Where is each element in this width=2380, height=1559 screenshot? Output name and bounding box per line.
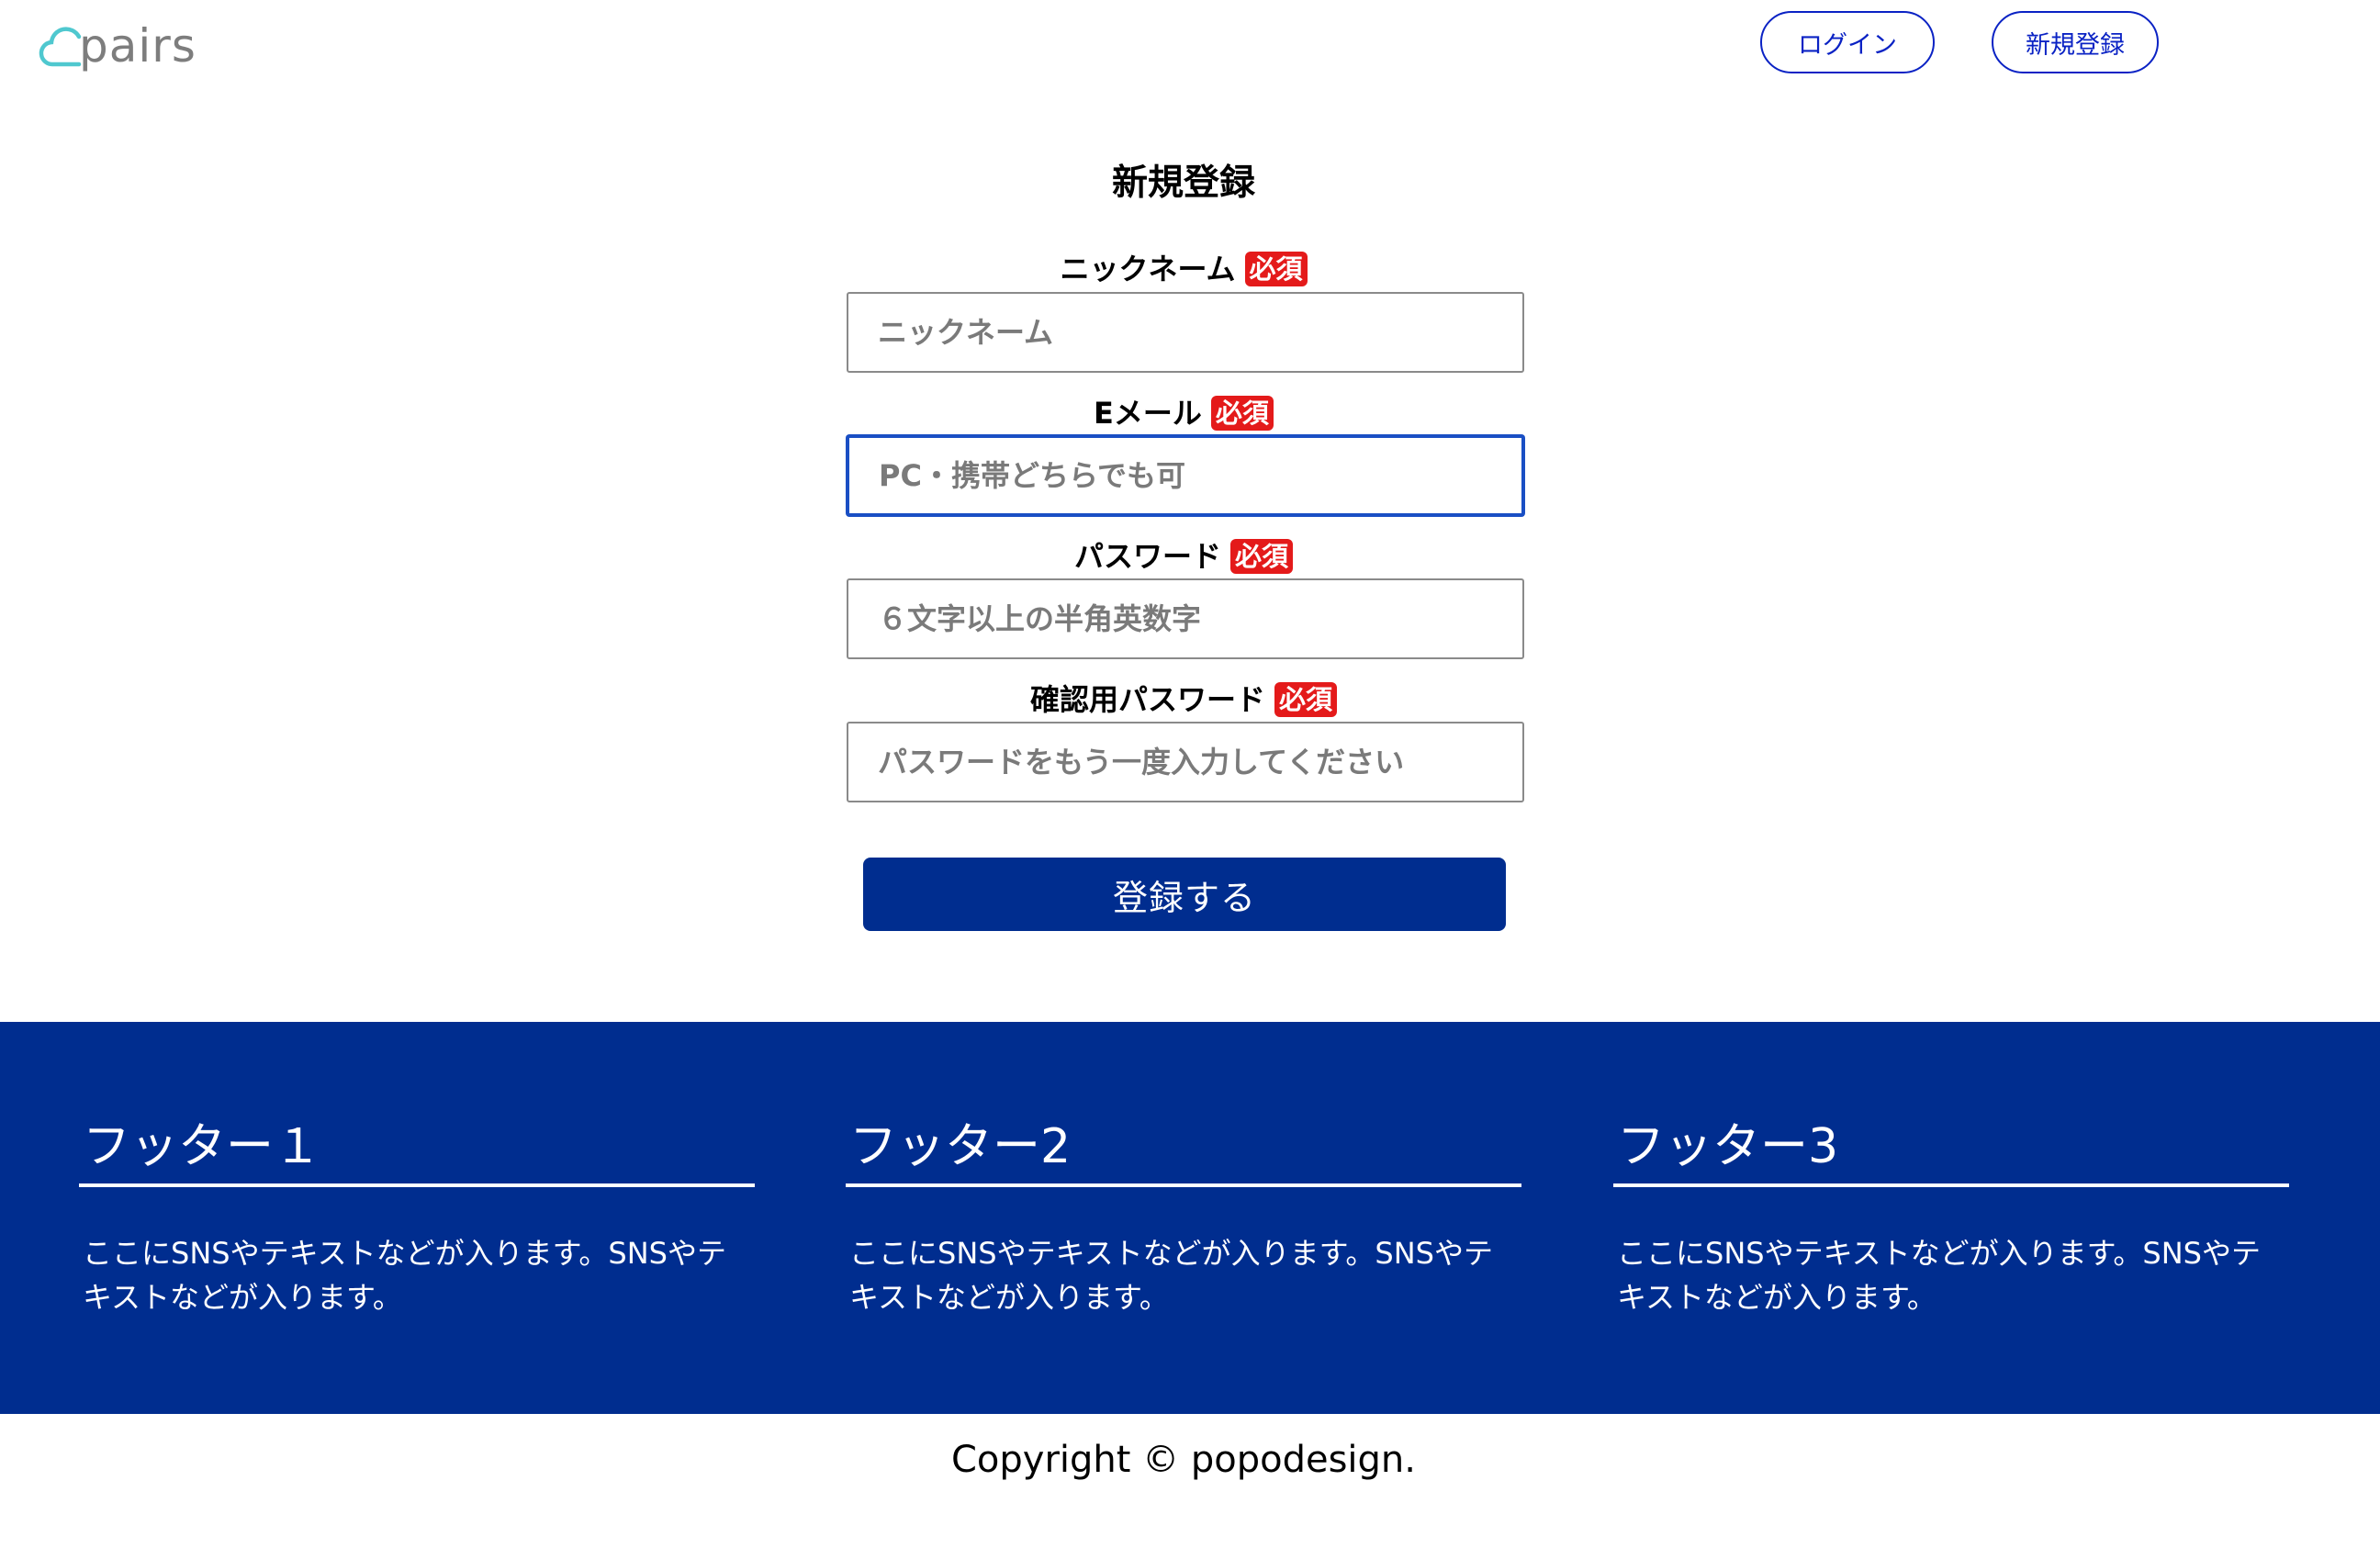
login-button[interactable]: ログイン — [1760, 11, 1935, 73]
required-badge: 必須 — [1274, 682, 1338, 717]
footer-column: フッター3 ここにSNSやテキストなどが入ります。SNSやテキストなどが入ります… — [1613, 1114, 2289, 1319]
site-footer: フッター１ ここにSNSやテキストなどが入ります。SNSやテキストなどが入ります… — [0, 1022, 2380, 1414]
footer-heading: フッター2 — [846, 1114, 1521, 1187]
register-submit-button[interactable]: 登録する — [863, 858, 1506, 931]
footer-column: フッター１ ここにSNSやテキストなどが入ります。SNSやテキストなどが入ります… — [79, 1114, 755, 1319]
pairs-logo[interactable]: pairs — [39, 17, 196, 75]
footer-column: フッター2 ここにSNSやテキストなどが入ります。SNSやテキストなどが入ります… — [846, 1114, 1521, 1319]
required-badge: 必須 — [1244, 252, 1308, 286]
signup-nav-button[interactable]: 新規登録 — [1992, 11, 2159, 73]
footer-heading: フッター１ — [79, 1114, 755, 1187]
page-title: 新規登録 — [1111, 163, 1255, 204]
logo-text: pairs — [79, 19, 196, 73]
confirm-password-input[interactable] — [847, 722, 1524, 802]
confirm-password-label-text: 確認用パスワード — [1029, 682, 1265, 717]
password-input[interactable] — [847, 578, 1524, 659]
footer-text: ここにSNSやテキストなどが入ります。SNSやテキストなどが入ります。 — [849, 1236, 1493, 1315]
required-badge: 必須 — [1210, 396, 1274, 431]
email-label-text: Eメール — [1094, 396, 1202, 431]
nickname-label-text: ニックネーム — [1060, 252, 1236, 286]
copyright-text: Copyright © popodesign. — [950, 1439, 1416, 1481]
password-label: パスワード 必須 — [0, 538, 2367, 575]
required-badge: 必須 — [1230, 539, 1294, 574]
footer-heading: フッター3 — [1613, 1114, 2289, 1187]
password-label-text: パスワード — [1073, 539, 1221, 574]
nickname-input[interactable] — [847, 292, 1524, 373]
email-label: Eメール 必須 — [0, 395, 2367, 432]
footer-text: ここにSNSやテキストなどが入ります。SNSやテキストなどが入ります。 — [1617, 1236, 2261, 1315]
confirm-password-label: 確認用パスワード 必須 — [0, 681, 2367, 718]
site-header: pairs ログイン 新規登録 — [0, 0, 2380, 92]
email-input[interactable] — [847, 435, 1524, 516]
nickname-label: ニックネーム 必須 — [0, 251, 2367, 287]
footer-text: ここにSNSやテキストなどが入ります。SNSやテキストなどが入ります。 — [83, 1236, 726, 1315]
